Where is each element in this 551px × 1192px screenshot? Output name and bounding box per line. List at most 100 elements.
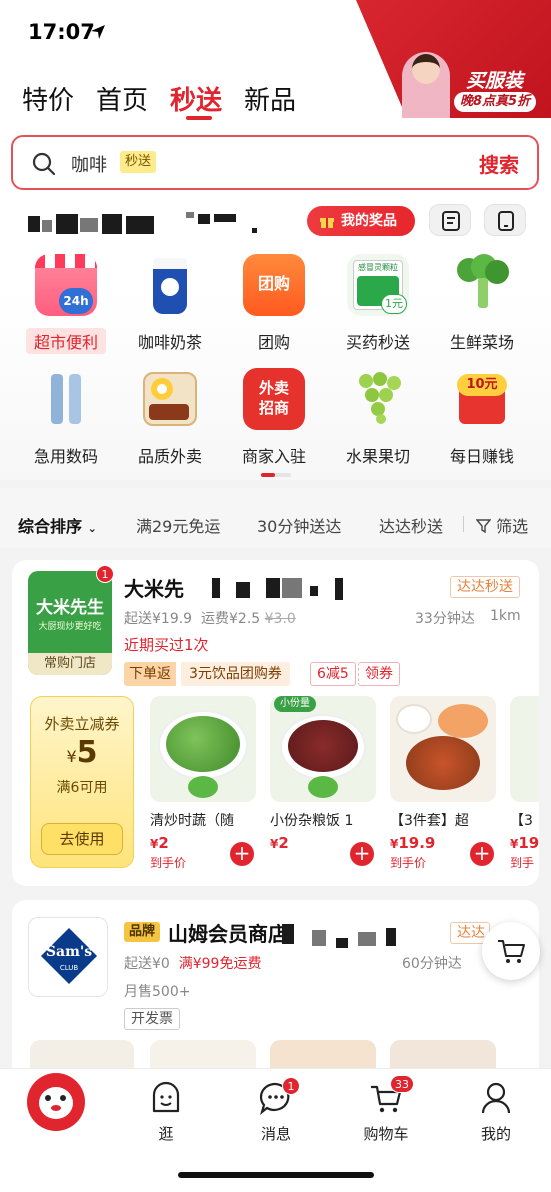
product-image-grain-rice: 小份量: [270, 696, 376, 802]
top-tabs: 特价 首页 秒送 新品: [22, 80, 296, 117]
category-supermarket[interactable]: 24h 超市便利: [14, 254, 118, 354]
category-label: 生鲜菜场: [449, 333, 514, 352]
store-name: 山姆会员商店: [168, 922, 288, 946]
category-digital[interactable]: 急用数码: [14, 368, 118, 468]
store-logo: 大米先生 大厨现炒更好吃 常购门店: [28, 571, 112, 675]
category-label: 每日赚钱: [449, 447, 514, 466]
search-bar[interactable]: 咖啡 秒送 搜索: [11, 135, 539, 190]
messages-badge: 1: [282, 1077, 300, 1095]
chevron-down-icon: ⌄: [87, 522, 97, 535]
tab-home[interactable]: 首页: [96, 80, 148, 117]
add-to-cart-button[interactable]: +: [350, 842, 374, 866]
nav-label: 购物车: [363, 1125, 409, 1143]
category-merchant-join[interactable]: 外卖招商 商家入驻: [222, 368, 326, 468]
floating-cart-button[interactable]: [482, 922, 540, 980]
promo-model-head: [412, 54, 440, 84]
product-price-note: 到手: [510, 856, 535, 870]
category-fresh-produce[interactable]: 生鲜菜场: [430, 254, 534, 354]
filter-free-shipping[interactable]: 满29元免运: [136, 513, 220, 537]
broccoli-icon: [451, 254, 513, 316]
nav-profile[interactable]: 我的: [456, 1077, 536, 1144]
nav-cart[interactable]: 33 购物车: [346, 1075, 426, 1144]
category-daily-earn[interactable]: 10元 每日赚钱: [430, 368, 534, 468]
store-meta: 起送¥0 满¥99免运费: [124, 956, 262, 972]
filter-30-minutes[interactable]: 30分钟送达: [257, 513, 341, 537]
home-indicator: [178, 1172, 374, 1178]
cart-badge: 33: [390, 1075, 414, 1093]
meal-icon: [139, 368, 201, 430]
location-arrow-icon: [91, 25, 105, 39]
delivery-time: 60分钟达: [402, 956, 462, 972]
coffee-cup-icon: [139, 254, 201, 316]
delivery-address-redacted[interactable]: [28, 210, 268, 234]
add-to-cart-button[interactable]: +: [230, 842, 254, 866]
product-name: 【3: [510, 813, 533, 829]
voucher-title: 外卖立减券: [44, 715, 120, 733]
product-card[interactable]: 小份量 小份杂粮饭 1 ¥2 +: [270, 696, 376, 866]
distance: 1km: [490, 608, 521, 624]
voucher-amount: ¥5: [66, 735, 98, 770]
person-icon: [481, 1082, 511, 1114]
device-button[interactable]: [484, 204, 526, 236]
tablet-icon: [498, 211, 514, 231]
24h-badge: 24h: [59, 288, 93, 314]
brand-tag: 品牌: [124, 922, 161, 942]
category-label: 商家入驻: [241, 447, 306, 466]
search-scope-chip: 秒送: [120, 151, 157, 173]
nav-label: 逛: [158, 1125, 174, 1143]
store-logo-slogan: 大厨现炒更好吃: [38, 622, 102, 632]
product-price: ¥19: [510, 834, 539, 852]
invoice-tag: 开发票: [124, 1008, 180, 1030]
product-image-partial: [510, 696, 539, 802]
product-card-partial[interactable]: 【3 ¥19 到手: [510, 696, 539, 871]
mascot-dog-icon: [27, 1073, 85, 1131]
category-label: 急用数码: [33, 447, 98, 466]
frequent-store-tag: 常购门店: [28, 653, 112, 675]
status-time: 17:07: [28, 20, 95, 44]
filter-button[interactable]: 筛选: [475, 513, 528, 537]
cart-icon: [498, 940, 525, 963]
product-image-greens: [150, 696, 256, 802]
search-input[interactable]: 咖啡: [71, 151, 107, 177]
category-page-indicator: [261, 473, 291, 477]
add-to-cart-button[interactable]: +: [470, 842, 494, 866]
filter-divider: [463, 516, 464, 532]
search-button[interactable]: 搜索: [479, 149, 519, 178]
rebate-label: 下单返: [124, 662, 176, 686]
category-coffee-tea[interactable]: 咖啡奶茶: [118, 254, 222, 354]
delivery-time: 33分钟达: [415, 611, 475, 627]
claim-coupon-button[interactable]: 领券: [358, 662, 400, 686]
my-prizes-button[interactable]: 我的奖品: [307, 206, 415, 236]
nav-home-mascot[interactable]: [16, 1073, 96, 1131]
tab-specials[interactable]: 特价: [22, 80, 74, 117]
filter-dada-express[interactable]: 达达秒送: [379, 513, 443, 537]
grapes-icon: [347, 368, 409, 430]
product-card[interactable]: 清炒时蔬（随 ¥2 到手价 +: [150, 696, 256, 871]
orders-button[interactable]: [429, 204, 471, 236]
recent-purchase: 近期买过1次: [124, 636, 209, 654]
money-icon: 10元: [451, 368, 513, 430]
tab-new-products[interactable]: 新品: [244, 80, 296, 117]
store-logo-name: 大米先生: [36, 598, 104, 618]
category-quality-takeout[interactable]: 品质外卖: [118, 368, 222, 468]
nav-messages[interactable]: 1 消息: [236, 1077, 316, 1144]
category-fruit[interactable]: 水果果切: [326, 368, 430, 468]
tab-instant-delivery[interactable]: 秒送: [170, 80, 222, 117]
medicine-icon: 感冒灵颗粒 1元: [347, 254, 409, 316]
supermarket-icon: 24h: [35, 254, 97, 316]
cable-icon: [35, 368, 97, 430]
sort-comprehensive[interactable]: 综合排序 ⌄: [18, 513, 97, 537]
product-card[interactable]: 【3件套】超 ¥19.9 到手价 +: [390, 696, 496, 871]
takeout-voucher: 外卖立减券 ¥5 满6可用 去使用: [30, 696, 134, 868]
face-icon: [152, 1081, 180, 1113]
use-voucher-button[interactable]: 去使用: [41, 823, 123, 855]
nav-browse[interactable]: 逛: [126, 1077, 206, 1144]
rebate-coupon: 3元饮品团购券: [181, 662, 290, 686]
delivery-tag: 达达秒送: [450, 576, 520, 598]
category-label: 品质外卖: [137, 447, 202, 466]
gift-icon: [320, 218, 334, 228]
category-medicine[interactable]: 感冒灵颗粒 1元 买药秒送: [326, 254, 430, 354]
funnel-icon: [475, 519, 492, 534]
category-group-buy[interactable]: 团购 团购: [222, 254, 326, 354]
sams-club-logo: Sam's CLUB: [28, 917, 108, 997]
